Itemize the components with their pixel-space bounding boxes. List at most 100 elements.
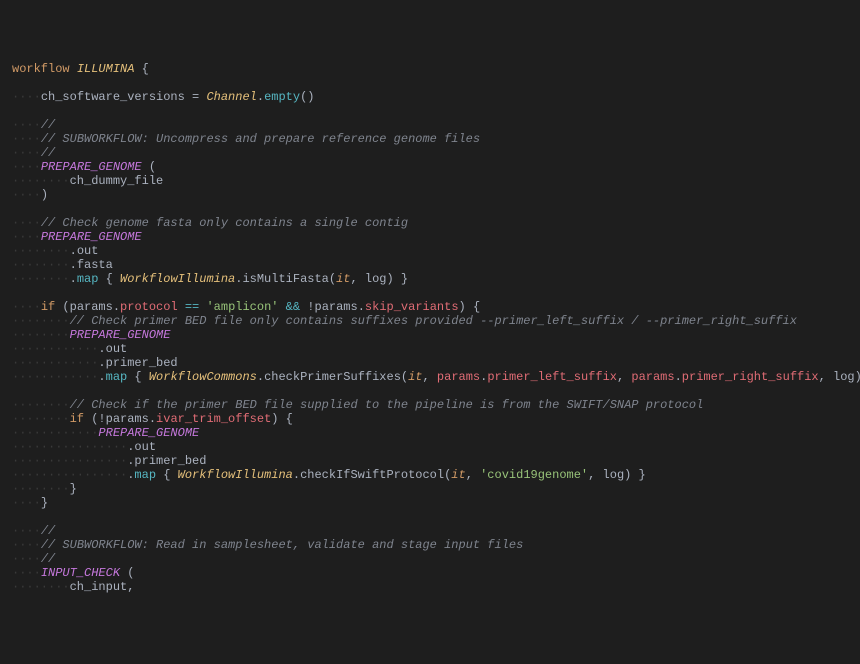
token-pun: , [819,370,833,384]
code-line: ············PREPARE_GENOME [12,426,848,440]
token-pun: ) [41,188,48,202]
token-type: WorkflowCommons [149,370,257,384]
token-ws: ········ [12,482,70,496]
token-ws: ···· [12,300,41,314]
token-param: it [451,468,465,482]
token-param: it [408,370,422,384]
token-plain: primer_bed [134,454,206,468]
token-ws: ········ [12,258,70,272]
token-kw: if [70,412,84,426]
token-pun: . [98,370,105,384]
token-pun: . [70,272,77,286]
token-pun: . [98,356,105,370]
code-line: ····// [12,524,848,538]
token-ws: ···· [12,146,41,160]
token-plain: ch_software_versions [41,90,185,104]
token-cmt: // Check primer BED file only contains s… [70,314,797,328]
token-cmt: // Check if the primer BED file supplied… [70,398,704,412]
token-pun: ) } [855,370,860,384]
token-ws: ···· [12,118,41,132]
token-fn: map [77,272,99,286]
token-ws: ···· [12,566,41,580]
token-pun: { [134,62,148,76]
token-pun: , [127,580,134,594]
token-ws: ···· [12,496,41,510]
token-ws: ············ [12,370,98,384]
code-line: ····PREPARE_GENOME [12,230,848,244]
token-pun: ( [329,272,336,286]
code-line: ····ch_software_versions = Channel.empty… [12,90,848,104]
token-ws: ···· [12,132,41,146]
code-line: ····) [12,188,848,202]
code-line: ····INPUT_CHECK ( [12,566,848,580]
token-pun: } [70,482,77,496]
token-ws: ········ [12,244,70,258]
token-plain: ch_dummy_file [70,174,164,188]
token-pun: { [98,272,120,286]
token-ws: ···· [12,538,41,552]
token-ws: ········ [12,174,70,188]
token-plain: checkIfSwiftProtocol [300,468,444,482]
code-line: ····} [12,496,848,510]
code-line: ········.fasta [12,258,848,272]
code-line: workflow ILLUMINA { [12,62,848,76]
token-pun: . [70,258,77,272]
token-prop: primer_left_suffix [487,370,617,384]
token-ws: ···· [12,188,41,202]
token-type: ILLUMINA [77,62,135,76]
token-prop: params [631,370,674,384]
code-line: ····// [12,552,848,566]
token-pun: . [113,300,120,314]
token-ws: ········ [12,328,70,342]
token-ws: ···· [12,230,41,244]
token-pun: ( [55,300,69,314]
code-line: ········if (!params.ivar_trim_offset) { [12,412,848,426]
code-line: ········.map { WorkflowIllumina.isMultiF… [12,272,848,286]
token-cmt: // SUBWORKFLOW: Uncompress and prepare r… [41,132,480,146]
token-call: PREPARE_GENOME [41,160,142,174]
token-ws: ···· [12,216,41,230]
token-pun: ! [98,412,105,426]
code-line: ········ch_dummy_file [12,174,848,188]
token-pun: . [257,370,264,384]
token-type: WorkflowIllumina [178,468,293,482]
token-plain: params [106,412,149,426]
token-prop: skip_variants [365,300,459,314]
token-ws: ········ [12,580,70,594]
token-ws: ···· [12,160,41,174]
token-plain: fasta [77,258,113,272]
token-pun: ( [142,160,156,174]
code-editor[interactable]: workflow ILLUMINA { ····ch_software_vers… [12,62,848,594]
token-plain: params [70,300,113,314]
token-plain: log [833,370,855,384]
code-line: ····// SUBWORKFLOW: Uncompress and prepa… [12,132,848,146]
code-line: ········ch_input, [12,580,848,594]
token-kw: workflow [12,62,77,76]
token-pun: ) { [271,412,293,426]
token-plain: out [106,342,128,356]
token-kw: if [41,300,55,314]
code-line [12,104,848,118]
token-ws: ········ [12,398,70,412]
code-line: ····// [12,146,848,160]
code-line: ····if (params.protocol == 'amplicon' &&… [12,300,848,314]
token-prop: primer_right_suffix [682,370,819,384]
code-line: ············.out [12,342,848,356]
token-pun: ) } [624,468,646,482]
token-pun: . [293,468,300,482]
token-pun: . [675,370,682,384]
code-line: ····// SUBWORKFLOW: Read in samplesheet,… [12,538,848,552]
token-prop: protocol [120,300,178,314]
token-fn: map [134,468,156,482]
token-pun: ! [307,300,314,314]
token-prop: ivar_trim_offset [156,412,271,426]
code-line [12,510,848,524]
token-pun: , [617,370,631,384]
code-line [12,286,848,300]
token-ws: ············ [12,426,98,440]
token-call: INPUT_CHECK [41,566,120,580]
code-line: ········// Check if the primer BED file … [12,398,848,412]
token-cmt: // [41,524,55,538]
token-str: 'covid19genome' [480,468,588,482]
code-line: ····PREPARE_GENOME ( [12,160,848,174]
